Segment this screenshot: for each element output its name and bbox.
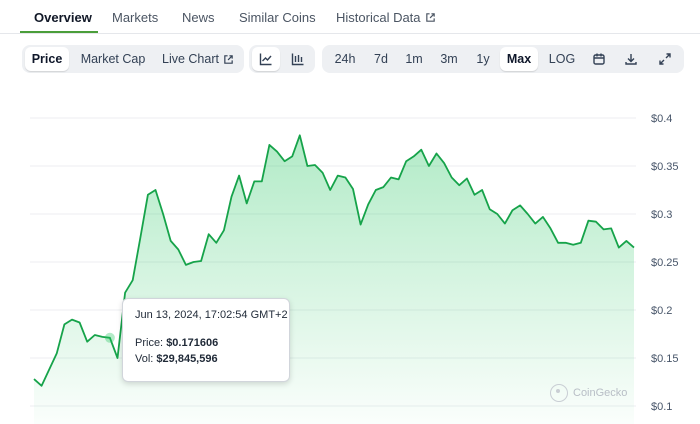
tooltip-date: Jun 13, 2024, 17:02:54 GMT+2 [135, 309, 288, 321]
expand-icon [659, 53, 671, 65]
tooltip-price-row: Price: $0.171606 [135, 337, 277, 349]
metric-toggle: Price Market Cap Live Chart [22, 45, 244, 73]
download-button[interactable] [618, 47, 644, 71]
external-link-icon [425, 13, 435, 22]
tooltip-volume-label: Vol: [135, 353, 154, 365]
y-tick-label: $0.35 [651, 161, 679, 173]
chart-style-toggle [249, 45, 315, 73]
price-chart[interactable]: $0.4 $0.35 $0.3 $0.25 $0.2 $0.15 $0.1 [0, 80, 700, 424]
log-scale-button[interactable]: LOG [541, 47, 583, 71]
tab-news[interactable]: News [182, 10, 215, 25]
download-icon [625, 54, 637, 65]
coingecko-watermark: CoinGecko [550, 384, 627, 402]
range-1m-button[interactable]: 1m [398, 47, 430, 71]
y-axis-labels: $0.4 $0.35 $0.3 $0.25 $0.2 $0.15 $0.1 [651, 113, 679, 413]
range-max-button[interactable]: Max [500, 47, 538, 71]
y-tick-label: $0.25 [651, 257, 679, 269]
external-link-icon [224, 54, 233, 64]
range-1y-button[interactable]: 1y [468, 47, 498, 71]
tab-historical-data[interactable]: Historical Data [336, 10, 436, 25]
range-24h-button[interactable]: 24h [326, 47, 364, 71]
tab-markets[interactable]: Markets [112, 10, 158, 25]
y-tick-label: $0.4 [651, 113, 672, 125]
y-tick-label: $0.2 [651, 305, 672, 317]
hover-point-marker [104, 332, 115, 343]
coingecko-logo-icon [550, 384, 568, 402]
tab-overview[interactable]: Overview [34, 10, 92, 25]
range-toggle: 24h 7d 1m 3m 1y Max LOG [322, 45, 684, 73]
tooltip-price-value: $0.171606 [166, 337, 219, 349]
market-cap-button[interactable]: Market Cap [74, 47, 152, 71]
tab-similar-coins[interactable]: Similar Coins [239, 10, 316, 25]
y-tick-label: $0.3 [651, 209, 672, 221]
tooltip-volume-value: $29,845,596 [156, 353, 218, 365]
range-7d-button[interactable]: 7d [366, 47, 396, 71]
live-chart-button[interactable]: Live Chart [156, 47, 240, 71]
tab-bar: Overview Markets News Similar Coins Hist… [0, 0, 700, 34]
y-tick-label: $0.1 [651, 401, 672, 413]
calendar-button[interactable] [586, 47, 612, 71]
tab-historical-data-label: Historical Data [336, 10, 421, 25]
live-chart-label: Live Chart [162, 52, 219, 66]
y-tick-label: $0.15 [651, 353, 679, 365]
range-3m-button[interactable]: 3m [432, 47, 466, 71]
candlestick-chart-button[interactable] [284, 47, 312, 71]
price-tooltip: Jun 13, 2024, 17:02:54 GMT+2 Price: $0.1… [122, 298, 290, 382]
line-chart-button[interactable] [252, 47, 280, 71]
price-button[interactable]: Price [25, 47, 69, 71]
watermark-text: CoinGecko [573, 387, 628, 399]
candlestick-chart-icon [291, 53, 304, 66]
active-tab-underline [20, 31, 98, 33]
fullscreen-button[interactable] [652, 47, 678, 71]
tooltip-volume-row: Vol: $29,845,596 [135, 353, 277, 365]
tooltip-price-label: Price: [135, 337, 164, 349]
line-chart-icon [259, 53, 272, 66]
calendar-icon [593, 53, 605, 65]
